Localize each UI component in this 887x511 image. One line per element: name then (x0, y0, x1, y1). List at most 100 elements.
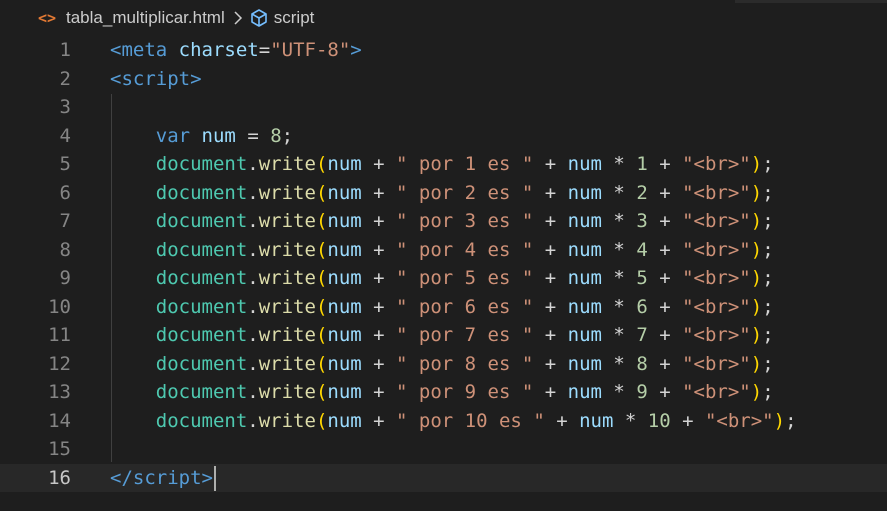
code-token: num (327, 210, 362, 232)
code-token: + (647, 295, 683, 318)
breadcrumb-symbol[interactable]: script (274, 8, 315, 28)
code-token: num (567, 295, 602, 318)
code-token: document (155, 381, 248, 403)
code-line[interactable]: 14 document.write(num + " por 10 es " + … (0, 407, 887, 436)
code-lines[interactable]: 1 <meta charset="UTF-8"> 2 <script> 3 4 var n… (0, 36, 887, 492)
code-token: script (132, 466, 202, 489)
code-line[interactable]: 3 (0, 93, 887, 122)
code-text[interactable]: document.write(num + " por 5 es " + num … (110, 264, 774, 293)
code-text[interactable]: document.write(num + " por 8 es " + num … (110, 350, 774, 379)
code-line[interactable]: 5 document.write(num + " por 1 es " + nu… (0, 150, 887, 179)
code-token: write (258, 295, 316, 318)
code-token: 5 (636, 267, 648, 289)
code-text[interactable]: document.write(num + " por 10 es " + num… (110, 407, 797, 436)
code-line[interactable]: 4 var num = 8; (0, 122, 887, 151)
code-token: + (670, 409, 705, 432)
code-line[interactable]: 11 document.write(num + " por 7 es " + n… (0, 321, 887, 350)
code-line[interactable]: 15 (0, 435, 887, 464)
breadcrumb-file[interactable]: tabla_multiplicar.html (66, 8, 225, 28)
line-number: 2 (59, 67, 71, 90)
code-token: write (258, 181, 316, 204)
code-line[interactable]: 6 document.write(num + " por 2 es " + nu… (0, 179, 887, 208)
code-line[interactable]: 12 document.write(num + " por 8 es " + n… (0, 350, 887, 379)
code-token: * (601, 238, 637, 261)
code-token: + (533, 181, 568, 204)
line-number: 14 (48, 409, 71, 432)
code-line[interactable]: 7 document.write(num + " por 3 es " + nu… (0, 207, 887, 236)
code-text[interactable]: document.write(num + " por 2 es " + num … (110, 179, 774, 208)
code-token: 3 (636, 210, 648, 232)
code-token: + (361, 267, 397, 289)
code-token: = (235, 124, 271, 147)
code-text[interactable]: <meta charset="UTF-8"> (110, 36, 362, 65)
code-token: ( (315, 267, 328, 289)
code-token: ( (315, 324, 328, 346)
code-token: num (567, 181, 602, 204)
line-number: 10 (48, 295, 71, 318)
code-token: num (567, 153, 602, 175)
code-token: ; (281, 124, 294, 147)
code-token: ; (762, 153, 774, 175)
code-token: * (601, 210, 637, 232)
code-token: + (647, 381, 683, 403)
code-token: "<br>" (682, 181, 751, 204)
code-token: "UTF-8" (270, 39, 351, 61)
code-token: </ (110, 466, 133, 489)
code-text[interactable]: document.write(num + " por 4 es " + num … (110, 236, 774, 265)
code-line[interactable]: 8 document.write(num + " por 4 es " + nu… (0, 236, 887, 265)
code-token: "<br>" (682, 267, 751, 289)
code-text[interactable]: var num = 8; (110, 122, 293, 151)
code-token: + (533, 210, 568, 232)
code-text[interactable]: document.write(num + " por 6 es " + num … (110, 293, 774, 322)
code-token: " por 5 es " (396, 267, 534, 289)
code-token: "<br>" (682, 295, 751, 318)
code-line[interactable]: 16 </script> (0, 463, 887, 493)
text-cursor (213, 465, 216, 491)
code-token: 7 (636, 324, 648, 346)
code-line[interactable]: 9 document.write(num + " por 5 es " + nu… (0, 264, 887, 293)
chevron-right-icon (233, 10, 243, 25)
code-token: + (361, 409, 397, 432)
code-line[interactable]: 1 <meta charset="UTF-8"> (0, 36, 887, 65)
code-token: num (327, 181, 362, 204)
code-token: . (247, 181, 259, 204)
code-text[interactable]: <script> (110, 65, 202, 94)
code-token: meta (121, 39, 168, 61)
code-token: write (258, 238, 316, 261)
code-token: write (258, 153, 316, 175)
code-token: 8 (270, 124, 282, 147)
code-text[interactable]: document.write(num + " por 9 es " + num … (110, 378, 774, 407)
code-text[interactable]: document.write(num + " por 1 es " + num … (110, 150, 774, 179)
code-token: * (601, 295, 637, 318)
line-number: 6 (59, 181, 71, 204)
code-token: * (601, 267, 637, 289)
code-token: + (533, 153, 568, 175)
code-line[interactable]: 13 document.write(num + " por 9 es " + n… (0, 378, 887, 407)
code-token: . (247, 381, 259, 403)
code-token: write (258, 381, 316, 403)
code-token: " por 7 es " (396, 324, 534, 346)
code-text[interactable]: document.write(num + " por 7 es " + num … (110, 321, 774, 350)
code-token: * (601, 381, 637, 403)
line-number: 16 (48, 466, 71, 489)
breadcrumb: <> tabla_multiplicar.html script (0, 0, 887, 35)
code-editor[interactable]: <> tabla_multiplicar.html script 1 <meta … (0, 0, 887, 511)
code-line[interactable]: 2 <script> (0, 65, 887, 94)
code-token: > (201, 466, 213, 489)
code-line[interactable]: 10 document.write(num + " por 6 es " + n… (0, 293, 887, 322)
line-number: 7 (59, 210, 71, 232)
line-number: 11 (48, 324, 71, 346)
code-text[interactable]: </script> (110, 464, 216, 493)
code-text[interactable]: document.write(num + " por 3 es " + num … (110, 207, 774, 236)
code-token: " por 9 es " (396, 381, 534, 403)
code-token: ( (315, 409, 328, 432)
code-token: < (110, 67, 122, 90)
code-token: num (567, 324, 602, 346)
code-token: ) (750, 153, 763, 175)
code-token: " por 10 es " (396, 409, 545, 432)
